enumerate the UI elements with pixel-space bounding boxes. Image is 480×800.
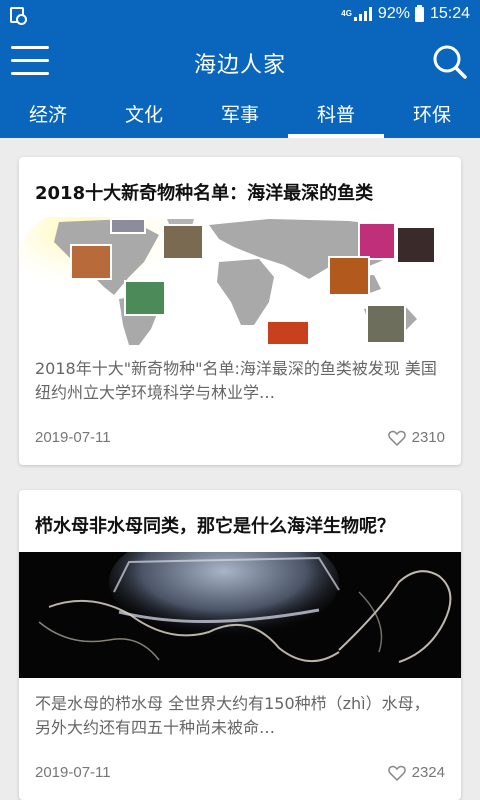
article-title[interactable]: 栉水母非水母同类，那它是什么海洋生物呢？ (35, 512, 451, 538)
article-summary: 不是水母的栉水母 全世界大约有150种栉（zhì）水母，另外大约还有四五十种尚未… (35, 694, 430, 737)
tab-science[interactable]: 科普 (288, 92, 384, 138)
app-bar: 海边人家 (0, 32, 480, 92)
status-indicators: 4G 92% 15:24 (341, 4, 470, 23)
notification-icon (10, 7, 27, 25)
search-icon (433, 45, 467, 79)
like-button[interactable]: 2310 (387, 429, 445, 446)
app-title: 海边人家 (193, 53, 286, 78)
battery-icon (414, 4, 424, 22)
search-button[interactable] (432, 44, 468, 80)
tab-environment[interactable]: 环保 (384, 92, 480, 138)
article-title[interactable]: 2018十大新奇物种名单：海洋最深的鱼类 (35, 179, 451, 205)
battery-percent: 92% (377, 5, 410, 22)
article-date: 2019-07-11 (35, 429, 111, 446)
category-tabs: 经济 文化 军事 科普 环保 (0, 92, 480, 138)
like-count: 2324 (411, 764, 445, 781)
article-image (19, 552, 461, 678)
tab-military[interactable]: 军事 (192, 92, 288, 138)
like-button[interactable]: 2324 (387, 764, 445, 781)
article-summary: 2018年十大"新奇物种"名单:海洋最深的鱼类被发现 美国纽约州立大学环境科学与… (35, 359, 437, 402)
tab-economy[interactable]: 经济 (0, 92, 96, 138)
world-map-image (19, 217, 461, 345)
like-count: 2310 (411, 429, 445, 446)
comb-jelly-image (19, 552, 461, 678)
clock: 15:24 (429, 5, 470, 22)
article-card[interactable]: 2018十大新奇物种名单：海洋最深的鱼类 2018年十大"新奇物种"名单:海洋最… (19, 157, 461, 465)
heart-icon (387, 430, 406, 446)
network-type: 4G (341, 9, 352, 18)
article-image (19, 217, 461, 345)
article-card[interactable]: 栉水母非水母同类，那它是什么海洋生物呢？ 不是水母的栉水母 全世界大约有150种… (19, 490, 461, 800)
status-bar: 4G 92% 15:24 (0, 0, 480, 32)
heart-icon (387, 765, 406, 781)
tab-culture[interactable]: 文化 (96, 92, 192, 138)
article-date: 2019-07-11 (35, 764, 111, 781)
signal-icon (353, 7, 372, 21)
